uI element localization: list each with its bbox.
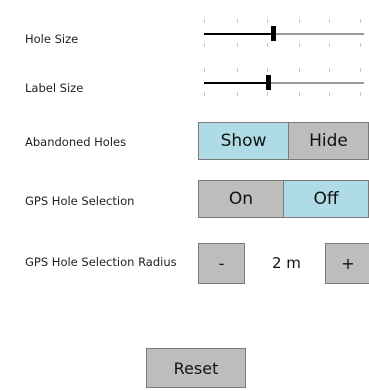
slider-tick	[299, 43, 300, 47]
slider-tick	[329, 19, 330, 23]
radius-increment-button[interactable]: +	[325, 243, 369, 284]
gps-radius-label: GPS Hole Selection Radius	[25, 255, 177, 269]
slider-tick	[237, 92, 238, 96]
slider-tick	[267, 68, 268, 72]
label-size-thumb[interactable]	[266, 75, 271, 90]
slider-tick	[267, 92, 268, 96]
slider-tick	[360, 43, 361, 47]
slider-tick	[237, 19, 238, 23]
abandoned-holes-hide-button[interactable]: Hide	[288, 122, 369, 160]
label-size-ticks-top	[204, 68, 364, 74]
radius-decrement-button[interactable]: -	[198, 243, 245, 284]
hole-size-label: Hole Size	[25, 32, 79, 46]
slider-tick	[204, 43, 205, 47]
slider-tick	[360, 68, 361, 72]
settings-panel: Hole Size Label Size Abandoned Holes Sho…	[0, 0, 369, 391]
abandoned-holes-label: Abandoned Holes	[25, 135, 127, 149]
slider-tick	[237, 43, 238, 47]
radius-value: 2 m	[272, 254, 301, 272]
slider-tick	[204, 68, 205, 72]
gps-on-button[interactable]: On	[198, 180, 284, 218]
slider-tick	[360, 19, 361, 23]
gps-hole-selection-label: GPS Hole Selection	[25, 194, 135, 208]
hole-size-ticks-bottom	[204, 43, 364, 49]
abandoned-holes-show-button[interactable]: Show	[198, 122, 289, 160]
gps-off-button[interactable]: Off	[283, 180, 369, 218]
slider-tick	[329, 92, 330, 96]
hole-size-slider[interactable]	[204, 16, 364, 52]
slider-tick	[360, 92, 361, 96]
reset-button[interactable]: Reset	[146, 348, 246, 388]
slider-tick	[299, 92, 300, 96]
hole-size-thumb[interactable]	[271, 26, 276, 41]
label-size-label: Label Size	[25, 81, 84, 95]
slider-tick	[299, 68, 300, 72]
label-size-track-empty	[268, 82, 364, 84]
label-size-ticks-bottom	[204, 92, 364, 98]
slider-tick	[204, 19, 205, 23]
hole-size-ticks-top	[204, 19, 364, 25]
slider-tick	[267, 43, 268, 47]
slider-tick	[204, 92, 205, 96]
slider-tick	[329, 68, 330, 72]
slider-tick	[329, 43, 330, 47]
slider-tick	[237, 68, 238, 72]
label-size-track-filled	[204, 82, 268, 84]
label-size-slider[interactable]	[204, 65, 364, 101]
slider-tick	[299, 19, 300, 23]
slider-tick	[267, 19, 268, 23]
hole-size-track-empty	[273, 33, 364, 35]
hole-size-track-filled	[204, 33, 273, 35]
